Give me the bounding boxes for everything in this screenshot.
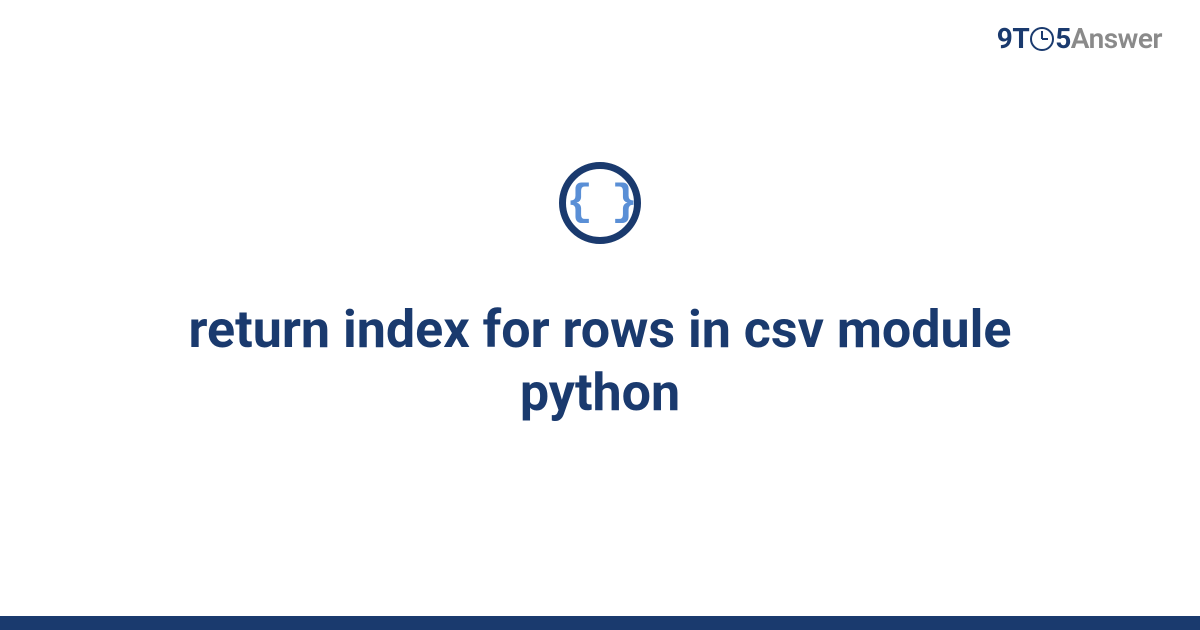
category-icon-circle: { } xyxy=(559,162,641,244)
footer-accent-bar xyxy=(0,616,1200,630)
page-title: return index for rows in csv module pyth… xyxy=(120,299,1080,424)
main-content: { } return index for rows in csv module … xyxy=(0,0,1200,616)
code-braces-icon: { } xyxy=(566,181,633,225)
